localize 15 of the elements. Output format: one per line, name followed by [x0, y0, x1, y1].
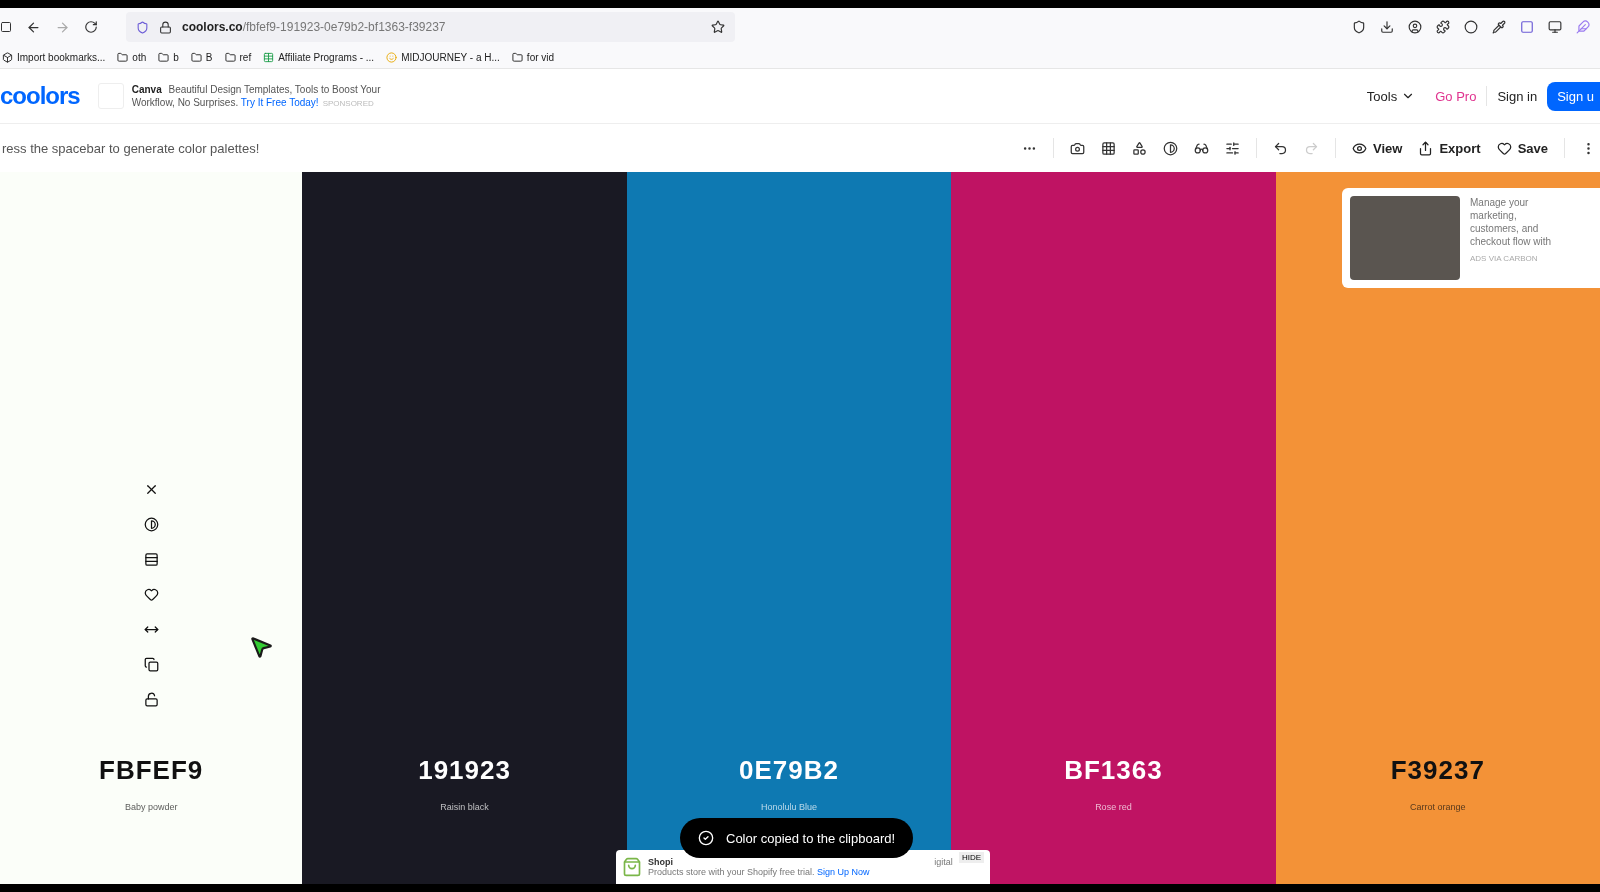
ad-text: Canva Beautiful Design Templates, Tools to Boost Your Workflow, No Surprises. Try It Free Today! SPONSORED — [131, 82, 382, 110]
url-text: coolors.co/fbfef9-191923-0e79b2-bf1363-f39237 — [182, 20, 446, 34]
ad-source: ADS VIA CARBON — [1470, 254, 1539, 263]
hint-text: ress the spacebar to generate color palettes! — [1, 140, 260, 156]
color-name: Baby powder — [124, 802, 178, 812]
color-name: Raisin black — [440, 802, 489, 812]
ad-title: Shopi — [648, 857, 673, 867]
ad-text: Manage your marketing, customers, and checkout flow with — [1470, 196, 1553, 248]
color-name: Carrot orange — [1410, 802, 1466, 812]
toast-message: Color copied to the clipboard! — [726, 830, 896, 846]
ad-title-tail: igital — [934, 857, 953, 867]
color-name: Honolulu Blue — [760, 802, 817, 812]
sponsored-label: SPONSORED — [322, 98, 374, 108]
color-name: Rose red — [1095, 802, 1132, 812]
ad-text: Products store with your Shopify free trial. Sign Up Now — [648, 867, 871, 877]
